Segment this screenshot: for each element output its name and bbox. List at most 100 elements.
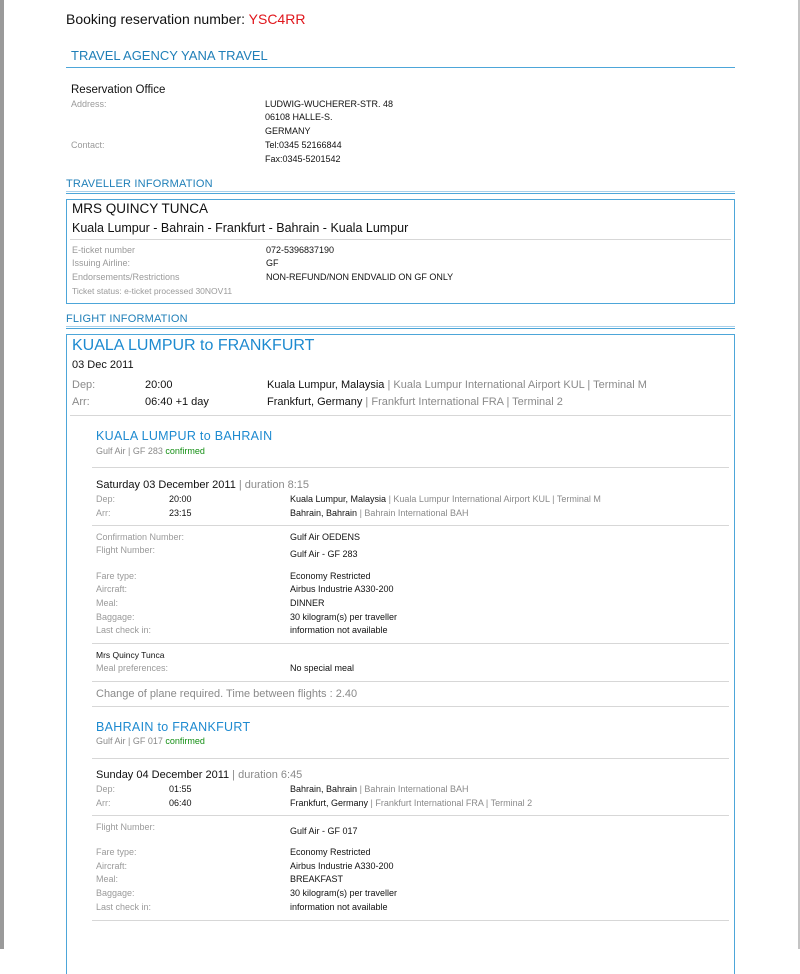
dep-detail: Kuala Lumpur International Airport KUL |…: [393, 379, 647, 391]
arr-detail: Frankfurt International FRA | Terminal 2: [371, 396, 563, 408]
checkin-value: information not available: [290, 625, 388, 635]
contact-label: Contact:: [71, 140, 105, 150]
flight-date: 03 Dec 2011: [72, 359, 134, 371]
status-confirmed: confirmed: [165, 736, 205, 746]
divider: [92, 525, 729, 526]
arr-label: Arr:: [96, 798, 111, 808]
divider: [66, 67, 735, 68]
divider: [92, 467, 729, 468]
arr-city: Frankfurt, Germany: [290, 798, 369, 808]
eticket-label: E-ticket number: [72, 245, 136, 255]
mealpref-label: Meal preferences:: [96, 663, 169, 673]
dep-detail: | Kuala Lumpur International Airport KUL…: [388, 494, 601, 504]
dep-time: 01:55: [169, 784, 192, 794]
dep-detail: | Bahrain International BAH: [359, 784, 469, 794]
airline-value: GF: [266, 258, 279, 268]
contact-line: Fax:0345-5201542: [265, 154, 341, 164]
baggage-value: 30 kilogram(s) per traveller: [290, 888, 398, 898]
passenger-name: Mrs Quincy Tunca: [96, 650, 165, 660]
dep-place: Kuala Lumpur, Malaysia | Kuala Lumpur In…: [290, 494, 601, 504]
eticket-value: 072-5396837190: [266, 245, 335, 255]
divider: [92, 643, 729, 644]
arr-city: Frankfurt, Germany: [267, 396, 363, 408]
divider: [92, 758, 729, 759]
checkin-value: information not available: [290, 902, 388, 912]
traveller-name: MRS QUINCY TUNCA: [72, 201, 209, 216]
arr-place: Frankfurt, Germany | Frankfurt Internati…: [290, 798, 532, 808]
arr-city: Bahrain, Bahrain: [290, 508, 358, 518]
segment-date: Saturday 03 December 2011: [96, 479, 236, 491]
dep-label: Dep:: [96, 784, 116, 794]
booking-label: Booking reservation number:: [66, 11, 245, 27]
address-line: GERMANY: [265, 126, 311, 136]
status-confirmed: confirmed: [165, 446, 205, 456]
carrier: Gulf Air | GF 017: [96, 736, 163, 746]
flight-title: KUALA LUMPUR to FRANKFURT: [72, 337, 315, 354]
segment-title: BAHRAIN to FRANKFURT: [96, 720, 251, 734]
airline-label: Issuing Airline:: [72, 258, 131, 268]
traveller-route: Kuala Lumpur - Bahrain - Frankfurt - Bah…: [72, 221, 409, 235]
aircraft-label: Aircraft:: [96, 861, 128, 871]
separator: |: [365, 396, 369, 408]
segment-title: KUALA LUMPUR to BAHRAIN: [96, 429, 273, 443]
divider: [92, 815, 729, 816]
address-line: 06108 HALLE-S.: [265, 112, 333, 122]
segment-carrier: Gulf Air | GF 283 confirmed: [96, 446, 205, 456]
fare-value: Economy Restricted: [290, 571, 371, 581]
aircraft-value: Airbus Industrie A330-200: [290, 861, 394, 871]
fare-value: Economy Restricted: [290, 847, 371, 857]
address-line: LUDWIG-WUCHERER-STR. 48: [265, 99, 394, 109]
dep-city: Kuala Lumpur, Malaysia: [290, 494, 387, 504]
booking-reservation: Booking reservation number: YSC4RR: [66, 11, 305, 27]
traveller-section-title: TRAVELLER INFORMATION: [66, 178, 213, 190]
segment-duration: | duration 6:45: [232, 769, 303, 781]
baggage-label: Baggage:: [96, 888, 135, 898]
baggage-label: Baggage:: [96, 612, 135, 622]
mealpref-value: No special meal: [290, 663, 355, 673]
segment-date-row: Saturday 03 December 2011 | duration 8:1…: [96, 479, 309, 491]
arr-place: Bahrain, Bahrain | Bahrain International…: [290, 508, 468, 518]
conf-label: Confirmation Number:: [96, 532, 185, 542]
segment-date-row: Sunday 04 December 2011 | duration 6:45: [96, 769, 302, 781]
baggage-value: 30 kilogram(s) per traveller: [290, 612, 398, 622]
separator: |: [387, 379, 391, 391]
checkin-label: Last check in:: [96, 625, 152, 635]
flight-section-title: FLIGHT INFORMATION: [66, 313, 188, 325]
meal-value: BREAKFAST: [290, 874, 344, 884]
divider: [70, 415, 731, 416]
address-label: Address:: [71, 99, 107, 109]
endorse-value: NON-REFUND/NON ENDVALID ON GF ONLY: [266, 272, 454, 282]
arr-label: Arr:: [72, 396, 90, 408]
arr-time: 23:15: [169, 508, 192, 518]
dep-place: Bahrain, Bahrain | Bahrain International…: [290, 784, 468, 794]
divider: [66, 326, 735, 327]
segment-date: Sunday 04 December 2011: [96, 769, 230, 781]
aircraft-label: Aircraft:: [96, 584, 128, 594]
divider: [92, 706, 729, 707]
divider: [70, 239, 731, 240]
arr-detail: | Bahrain International BAH: [359, 508, 469, 518]
divider: [66, 193, 735, 194]
dep-time: 20:00: [145, 379, 173, 391]
office-title: Reservation Office: [71, 84, 166, 96]
segment-duration: | duration 8:15: [238, 479, 310, 491]
divider: [92, 920, 729, 921]
flightno-label: Flight Number:: [96, 822, 156, 832]
conf-value: Gulf Air OEDENS: [290, 532, 361, 542]
endorse-label: Endorsements/Restrictions: [72, 272, 180, 282]
agency-title: TRAVEL AGENCY YANA TRAVEL: [71, 48, 268, 63]
divider: [92, 681, 729, 682]
arr-time: 06:40: [169, 798, 192, 808]
checkin-label: Last check in:: [96, 902, 152, 912]
meal-value: DINNER: [290, 598, 325, 608]
divider: [66, 328, 735, 329]
divider: [66, 191, 735, 192]
dep-city: Bahrain, Bahrain: [290, 784, 358, 794]
ticket-status: Ticket status: e-ticket processed 30NOV1…: [72, 286, 233, 296]
meal-label: Meal:: [96, 874, 119, 884]
page-edge: [0, 0, 4, 949]
dep-label: Dep:: [72, 379, 96, 391]
contact-line: Tel:0345 52166844: [265, 140, 342, 150]
flightno-value: Gulf Air - GF 017: [290, 826, 358, 836]
dep-place: Kuala Lumpur, Malaysia | Kuala Lumpur In…: [267, 379, 647, 391]
